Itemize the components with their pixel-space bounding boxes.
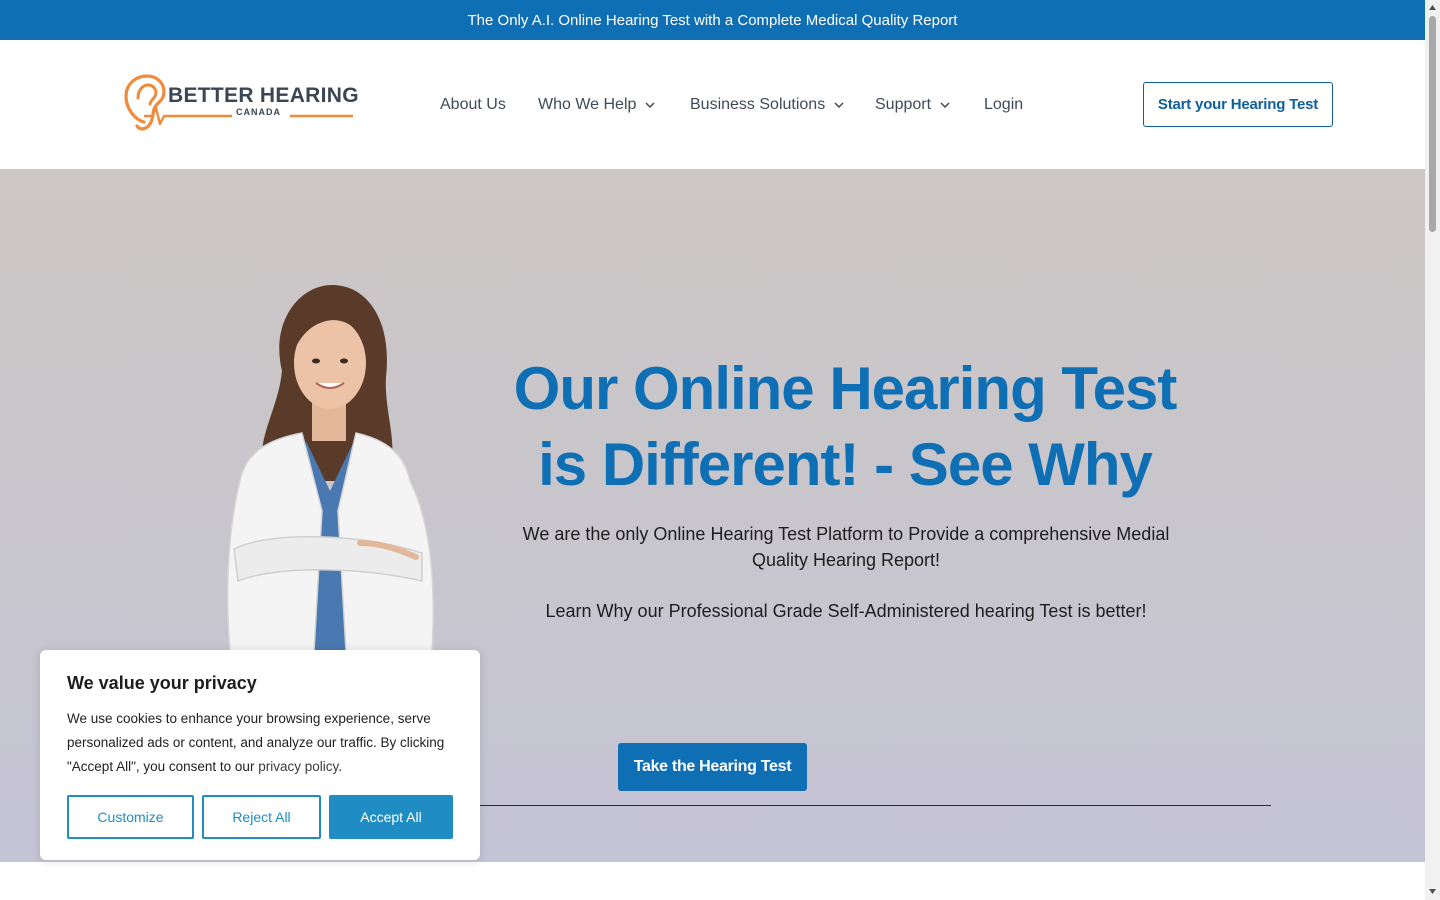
nav-support-label: Support [875, 96, 932, 113]
start-hearing-test-button[interactable]: Start your Hearing Test [1143, 82, 1333, 127]
hero-subtitle: We are the only Online Hearing Test Plat… [522, 524, 1170, 570]
nav-login-label: Login [984, 96, 1024, 113]
announcement-text: The Only A.I. Online Hearing Test with a… [467, 11, 958, 29]
logo[interactable]: BETTER HEARING CANADA [122, 74, 359, 136]
hero-title: Our Online Hearing Test is Different! - … [455, 351, 1235, 503]
scroll-up-arrow-icon[interactable] [1428, 3, 1437, 12]
nav-support[interactable]: Support [875, 94, 951, 116]
accept-all-button[interactable]: Accept All [329, 795, 453, 839]
doctor-image [226, 285, 434, 651]
divider [470, 805, 1271, 806]
cookie-text-body: We use cookies to enhance your browsing … [67, 711, 445, 774]
logo-sub-text: CANADA [236, 107, 281, 117]
cookie-text: We use cookies to enhance your browsing … [67, 707, 459, 779]
nav-who-we-help[interactable]: Who We Help [538, 94, 656, 116]
hero-title-line2: is Different! - See Why [538, 431, 1153, 498]
customize-button[interactable]: Customize [67, 795, 194, 839]
cookie-title: We value your privacy [67, 673, 257, 693]
nav-login[interactable]: Login [984, 94, 1023, 116]
chevron-down-icon [940, 102, 950, 109]
nav-who-we-help-label: Who We Help [538, 96, 637, 113]
scroll-down-arrow-icon[interactable] [1428, 887, 1437, 896]
privacy-policy-link[interactable]: privacy policy [258, 759, 338, 774]
hero-title-line1: Our Online Hearing Test [513, 355, 1178, 422]
nav-about-us[interactable]: About Us [440, 94, 506, 116]
take-hearing-test-button[interactable]: Take the Hearing Test [618, 743, 807, 791]
page-scrollbar[interactable] [1425, 0, 1440, 900]
nav-business-solutions-label: Business Solutions [690, 96, 826, 113]
cookie-text-end: . [338, 759, 342, 774]
reject-all-button[interactable]: Reject All [202, 795, 321, 839]
site-header: BETTER HEARING CANADA About Us Who We He… [0, 40, 1425, 169]
cookie-consent-dialog: We value your privacy We use cookies to … [40, 650, 480, 860]
announcement-bar: The Only A.I. Online Hearing Test with a… [0, 0, 1425, 40]
scrollbar-thumb[interactable] [1429, 16, 1436, 232]
logo-brand-text: BETTER HEARING [168, 84, 359, 107]
nav-about-us-label: About Us [440, 96, 506, 113]
nav-business-solutions[interactable]: Business Solutions [690, 94, 845, 116]
chevron-down-icon [645, 102, 655, 109]
chevron-down-icon [834, 102, 844, 109]
hero-subtitle-2: Learn Why our Professional Grade Self-Ad… [545, 601, 1147, 621]
